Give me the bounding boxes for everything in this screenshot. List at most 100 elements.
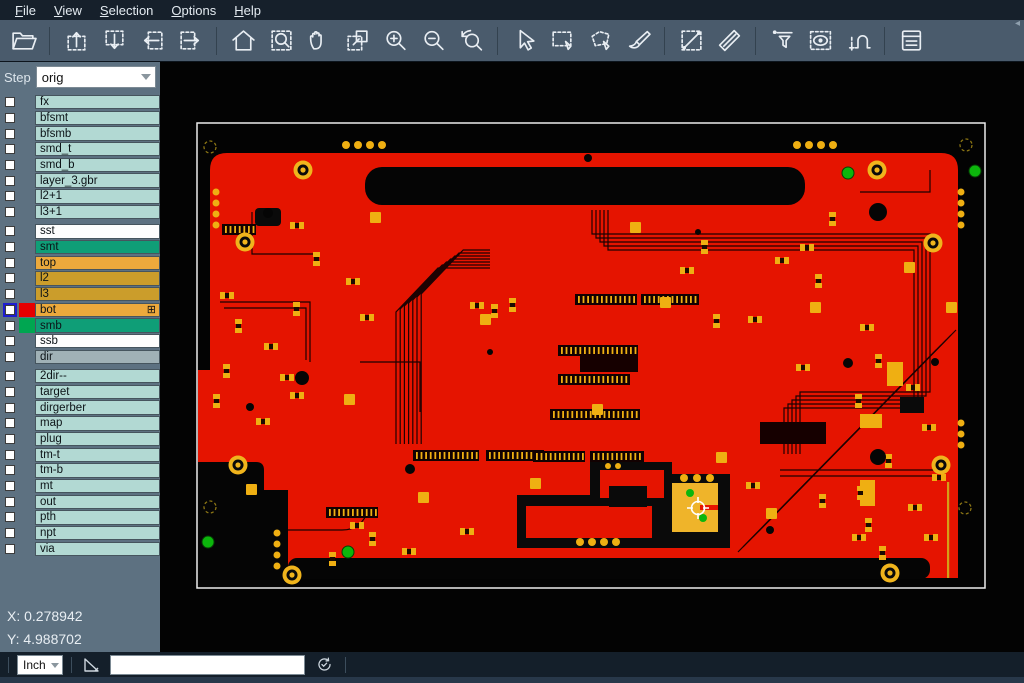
layer-checkbox[interactable] bbox=[5, 191, 15, 201]
home-button[interactable] bbox=[225, 23, 261, 59]
select-poly-button[interactable] bbox=[582, 23, 618, 59]
layer-color-swatch[interactable] bbox=[19, 510, 35, 524]
pcb-canvas[interactable] bbox=[160, 62, 1024, 652]
move-selection-button[interactable] bbox=[339, 23, 375, 59]
select-arrow-button[interactable] bbox=[506, 23, 542, 59]
layer-label[interactable]: fx bbox=[35, 95, 160, 109]
layer-row-target[interactable]: target bbox=[0, 385, 160, 399]
measure-ruler-button[interactable] bbox=[711, 23, 747, 59]
zoom-in-button[interactable] bbox=[377, 23, 413, 59]
pan-down-button[interactable] bbox=[96, 23, 132, 59]
menu-view[interactable]: View bbox=[45, 2, 91, 19]
layer-label[interactable]: via bbox=[35, 542, 160, 556]
layer-checkbox[interactable] bbox=[5, 305, 15, 315]
layer-label[interactable]: smt bbox=[35, 240, 160, 254]
layer-color-swatch[interactable] bbox=[19, 334, 35, 348]
layer-label[interactable]: out bbox=[35, 495, 160, 509]
layer-row-pth[interactable]: pth bbox=[0, 510, 160, 524]
layer-label[interactable]: target bbox=[35, 385, 160, 399]
unit-select[interactable]: Inch bbox=[17, 655, 63, 675]
layer-row-bot[interactable]: bot⊞ bbox=[0, 303, 160, 317]
layer-checkbox[interactable] bbox=[5, 352, 15, 362]
layer-row-top[interactable]: top bbox=[0, 256, 160, 270]
layer-row-tm-b[interactable]: tm-b bbox=[0, 463, 160, 477]
layer-label[interactable]: smb bbox=[35, 318, 160, 332]
layer-checkbox[interactable] bbox=[5, 418, 15, 428]
layer-color-swatch[interactable] bbox=[19, 287, 35, 301]
layer-color-swatch[interactable] bbox=[19, 173, 35, 187]
layer-checkbox[interactable] bbox=[5, 226, 15, 236]
layer-checkbox[interactable] bbox=[5, 97, 15, 107]
layer-row-out[interactable]: out bbox=[0, 495, 160, 509]
layer-label[interactable]: top bbox=[35, 256, 160, 270]
layer-checkbox[interactable] bbox=[5, 289, 15, 299]
pcb-viewport[interactable] bbox=[160, 62, 1024, 652]
report-button[interactable] bbox=[893, 23, 929, 59]
layer-label[interactable]: bfsmb bbox=[35, 126, 160, 140]
layer-row-smd-t[interactable]: smd_t bbox=[0, 142, 160, 156]
layer-color-swatch[interactable] bbox=[19, 271, 35, 285]
layer-checkbox[interactable] bbox=[5, 544, 15, 554]
layer-checkbox[interactable] bbox=[5, 129, 15, 139]
layer-row-mt[interactable]: mt bbox=[0, 479, 160, 493]
layer-row-smb[interactable]: smb bbox=[0, 318, 160, 332]
layer-label[interactable]: l2+1 bbox=[35, 189, 160, 203]
layer-color-swatch[interactable] bbox=[19, 416, 35, 430]
pan-right-button[interactable] bbox=[172, 23, 208, 59]
layer-checkbox[interactable] bbox=[5, 113, 15, 123]
layer-checkbox[interactable] bbox=[5, 160, 15, 170]
view-object-button[interactable] bbox=[802, 23, 838, 59]
layer-label[interactable]: bot⊞ bbox=[35, 303, 160, 317]
layer-color-swatch[interactable] bbox=[19, 432, 35, 446]
layer-color-swatch[interactable] bbox=[19, 369, 35, 383]
zoom-out-button[interactable] bbox=[415, 23, 451, 59]
layer-color-swatch[interactable] bbox=[19, 126, 35, 140]
layer-checkbox[interactable] bbox=[5, 434, 15, 444]
layer-row-l2-1[interactable]: l2+1 bbox=[0, 189, 160, 203]
layer-checkbox[interactable] bbox=[5, 450, 15, 460]
layer-label[interactable]: l2 bbox=[35, 271, 160, 285]
layer-label[interactable]: npt bbox=[35, 526, 160, 540]
layer-row-l2[interactable]: l2 bbox=[0, 271, 160, 285]
layer-label[interactable]: dir bbox=[35, 350, 160, 364]
pan-hand-button[interactable] bbox=[301, 23, 337, 59]
layer-color-swatch[interactable] bbox=[19, 256, 35, 270]
menu-options[interactable]: Options bbox=[162, 2, 225, 19]
layer-label[interactable]: ssb bbox=[35, 334, 160, 348]
layer-row-smd-b[interactable]: smd_b bbox=[0, 158, 160, 172]
layer-color-swatch[interactable] bbox=[19, 240, 35, 254]
layer-color-swatch[interactable] bbox=[19, 303, 35, 317]
layer-label[interactable]: plug bbox=[35, 432, 160, 446]
layer-row-ssb[interactable]: ssb bbox=[0, 334, 160, 348]
toolbar-overflow-icon[interactable]: ◂ bbox=[1015, 18, 1020, 29]
layer-checkbox[interactable] bbox=[5, 481, 15, 491]
menu-file[interactable]: File bbox=[6, 2, 45, 19]
layer-row-l3[interactable]: l3 bbox=[0, 287, 160, 301]
layer-checkbox[interactable] bbox=[5, 207, 15, 217]
zoom-previous-button[interactable] bbox=[453, 23, 489, 59]
layer-color-swatch[interactable] bbox=[19, 400, 35, 414]
layer-color-swatch[interactable] bbox=[19, 142, 35, 156]
zoom-window-button[interactable] bbox=[263, 23, 299, 59]
filter-button[interactable] bbox=[764, 23, 800, 59]
angle-tool-button[interactable] bbox=[80, 655, 104, 675]
open-button[interactable] bbox=[5, 23, 41, 59]
layer-row-smt[interactable]: smt bbox=[0, 240, 160, 254]
layer-color-swatch[interactable] bbox=[19, 479, 35, 493]
layer-row-map[interactable]: map bbox=[0, 416, 160, 430]
step-select[interactable]: orig bbox=[36, 66, 156, 88]
layer-checkbox[interactable] bbox=[5, 336, 15, 346]
layer-row-layer-3-gbr[interactable]: layer_3.gbr bbox=[0, 173, 160, 187]
layer-row-l3-1[interactable]: l3+1 bbox=[0, 205, 160, 219]
menu-selection[interactable]: Selection bbox=[91, 2, 162, 19]
layer-label[interactable]: smd_t bbox=[35, 142, 160, 156]
layer-color-swatch[interactable] bbox=[19, 350, 35, 364]
layer-label[interactable]: bfsmt bbox=[35, 111, 160, 125]
layer-checkbox[interactable] bbox=[5, 242, 15, 252]
command-input[interactable] bbox=[110, 655, 305, 675]
layer-row-sst[interactable]: sst bbox=[0, 224, 160, 238]
layer-checkbox[interactable] bbox=[5, 176, 15, 186]
layer-label[interactable]: dirgerber bbox=[35, 400, 160, 414]
layer-row-dirgerber[interactable]: dirgerber bbox=[0, 400, 160, 414]
layer-color-swatch[interactable] bbox=[19, 205, 35, 219]
